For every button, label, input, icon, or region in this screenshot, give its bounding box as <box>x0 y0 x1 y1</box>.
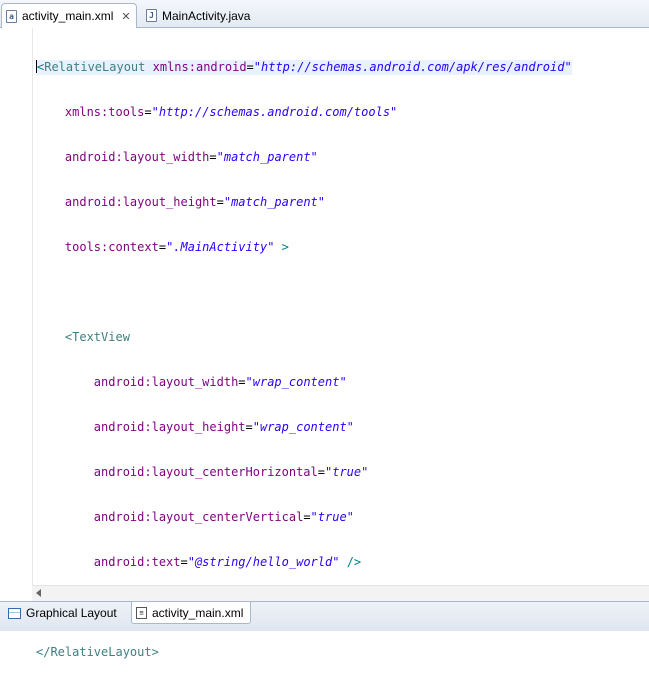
graphical-layout-icon <box>8 607 21 619</box>
equals-sign: = <box>216 195 224 209</box>
code-line-1: <RelativeLayout xmlns:android="http://sc… <box>36 60 572 75</box>
attr-value: "match_parent" <box>216 150 318 164</box>
tab-activity-main-xml[interactable]: a activity_main.xml ✕ <box>1 3 137 28</box>
equals-sign: = <box>303 510 311 524</box>
code-line-7: <TextView <box>36 330 572 345</box>
android-xml-file-icon: a <box>6 9 17 23</box>
code-line-10: android:layout_centerHorizontal="true" <box>36 465 572 480</box>
tag-name: RelativeLayout <box>44 60 146 74</box>
attr-name: android:text <box>93 555 181 569</box>
attr-value: "@string/hello_world" <box>187 555 340 569</box>
equals-sign: = <box>144 105 152 119</box>
equals-sign: = <box>158 240 167 254</box>
equals-sign: = <box>238 375 246 389</box>
code-line-2: xmlns:tools="http://schemas.android.com/… <box>36 105 572 120</box>
horizontal-scrollbar[interactable] <box>32 585 649 601</box>
attr-value: "wrap_content" <box>245 375 347 389</box>
close-icon[interactable]: ✕ <box>121 10 130 23</box>
attr-name: android:layout_centerHorizontal <box>93 465 318 479</box>
tab-main-activity-java[interactable]: J MainActivity.java <box>142 3 262 28</box>
attr-name: android:layout_width <box>93 375 239 389</box>
tab-label: activity_main.xml <box>152 605 244 620</box>
equals-sign: = <box>209 150 217 164</box>
tab-label: activity_main.xml <box>22 9 114 23</box>
attr-name: android:layout_width <box>64 150 210 164</box>
code-line-8: android:layout_width="wrap_content" <box>36 375 572 390</box>
tab-label: Graphical Layout <box>26 606 117 620</box>
tab-graphical-layout[interactable]: Graphical Layout <box>4 602 128 624</box>
equals-sign: = <box>317 465 325 479</box>
code-line-5: tools:context=".MainActivity" > <box>36 240 572 255</box>
code-line-14: </RelativeLayout> <box>36 645 572 660</box>
tag-bracket: > <box>281 240 289 254</box>
code-line-11: android:layout_centerVertical="true" <box>36 510 572 525</box>
attr-name: android:layout_height <box>64 195 217 209</box>
editor-mode-tab-bar: Graphical Layout ≡ activity_main.xml <box>0 601 649 631</box>
java-file-icon: J <box>146 9 157 22</box>
equals-sign: = <box>245 420 253 434</box>
tag-name: </RelativeLayout> <box>36 645 159 659</box>
attr-name: xmlns:tools <box>64 105 145 119</box>
tab-label: MainActivity.java <box>162 8 251 23</box>
attr-value: ".MainActivity" <box>166 240 275 254</box>
code-line-4: android:layout_height="match_parent" <box>36 195 572 210</box>
tab-xml-source[interactable]: ≡ activity_main.xml <box>131 602 251 624</box>
attr-value: "match_parent" <box>223 195 326 209</box>
xml-code-editor[interactable]: <RelativeLayout xmlns:android="http://sc… <box>0 28 649 659</box>
xml-source-icon: ≡ <box>136 606 147 619</box>
attr-value: "wrap_content" <box>252 420 354 434</box>
attr-value: "true" <box>325 465 369 479</box>
attr-value: "http://schemas.android.com/tools" <box>151 105 398 119</box>
editor-gutter <box>0 28 33 585</box>
scroll-left-arrow-icon[interactable] <box>36 589 41 597</box>
attr-name: android:layout_height <box>93 420 246 434</box>
attr-name: xmlns:android <box>152 60 247 74</box>
editor-tab-bar: a activity_main.xml ✕ J MainActivity.jav… <box>0 0 649 28</box>
equals-sign: = <box>180 555 188 569</box>
attr-value: "true" <box>310 510 354 524</box>
code-line-3: android:layout_width="match_parent" <box>36 150 572 165</box>
code-line-12: android:text="@string/hello_world" /> <box>36 555 572 570</box>
tag-name: <TextView <box>64 330 130 344</box>
attr-name: tools:context <box>64 240 159 254</box>
tag-bracket: /> <box>346 555 362 569</box>
code-line-9: android:layout_height="wrap_content" <box>36 420 572 435</box>
attr-value: "http://schemas.android.com/apk/res/andr… <box>253 60 572 74</box>
equals-sign: = <box>246 60 254 74</box>
attr-name: android:layout_centerVertical <box>93 510 304 524</box>
